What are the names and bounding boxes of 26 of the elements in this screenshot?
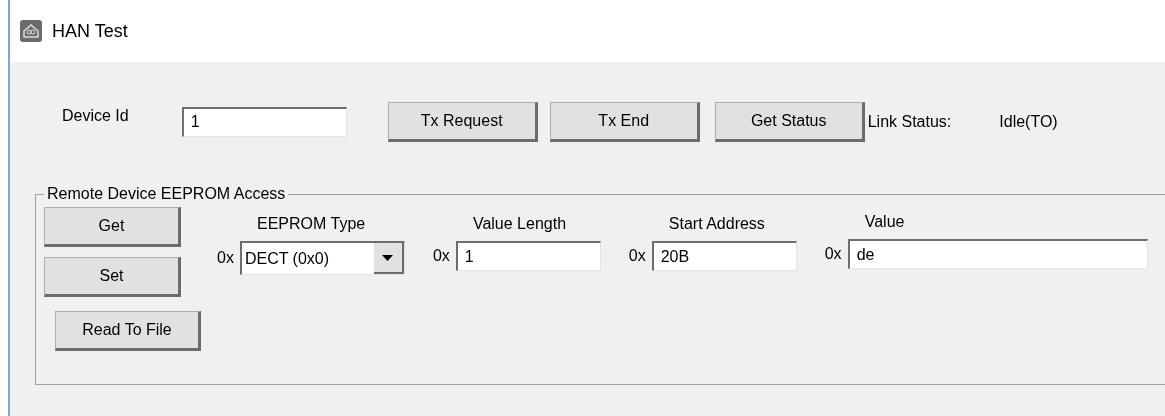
field-label: EEPROM Type [257, 215, 367, 233]
field-label: Value [864, 213, 906, 231]
field-label: Start Address [668, 215, 766, 233]
action-button[interactable]: Tx End [549, 101, 700, 142]
hex-prefix: 0x [824, 245, 842, 263]
action-button[interactable]: Set [44, 257, 181, 297]
dropdown[interactable]: DECT (0x0) [239, 241, 405, 275]
caret-icon [382, 254, 394, 261]
hex-prefix: 0x [432, 247, 450, 265]
window-title: HAN Test [52, 20, 128, 42]
read-to-file-button[interactable]: Read To File [55, 311, 201, 351]
input-field[interactable]: 20B [651, 241, 797, 271]
action-button[interactable]: Tx Request [387, 101, 538, 142]
action-button[interactable]: Get Status [714, 101, 865, 142]
status-value: Idle(TO) [999, 112, 1058, 131]
hex-prefix: 0x [628, 247, 646, 265]
field-label: Value Length [472, 215, 568, 233]
input-field[interactable]: 1 [455, 241, 601, 271]
status-label: Link Status: [867, 112, 952, 131]
action-button[interactable]: Get [44, 207, 181, 247]
input-field[interactable]: 1 [181, 106, 347, 137]
hex-prefix: 0x [217, 249, 234, 267]
app-icon [20, 20, 42, 42]
field-label: Device Id [62, 106, 129, 125]
group-title: Remote Device EEPROM Access [46, 185, 287, 203]
input-field[interactable]: de [847, 239, 1148, 269]
